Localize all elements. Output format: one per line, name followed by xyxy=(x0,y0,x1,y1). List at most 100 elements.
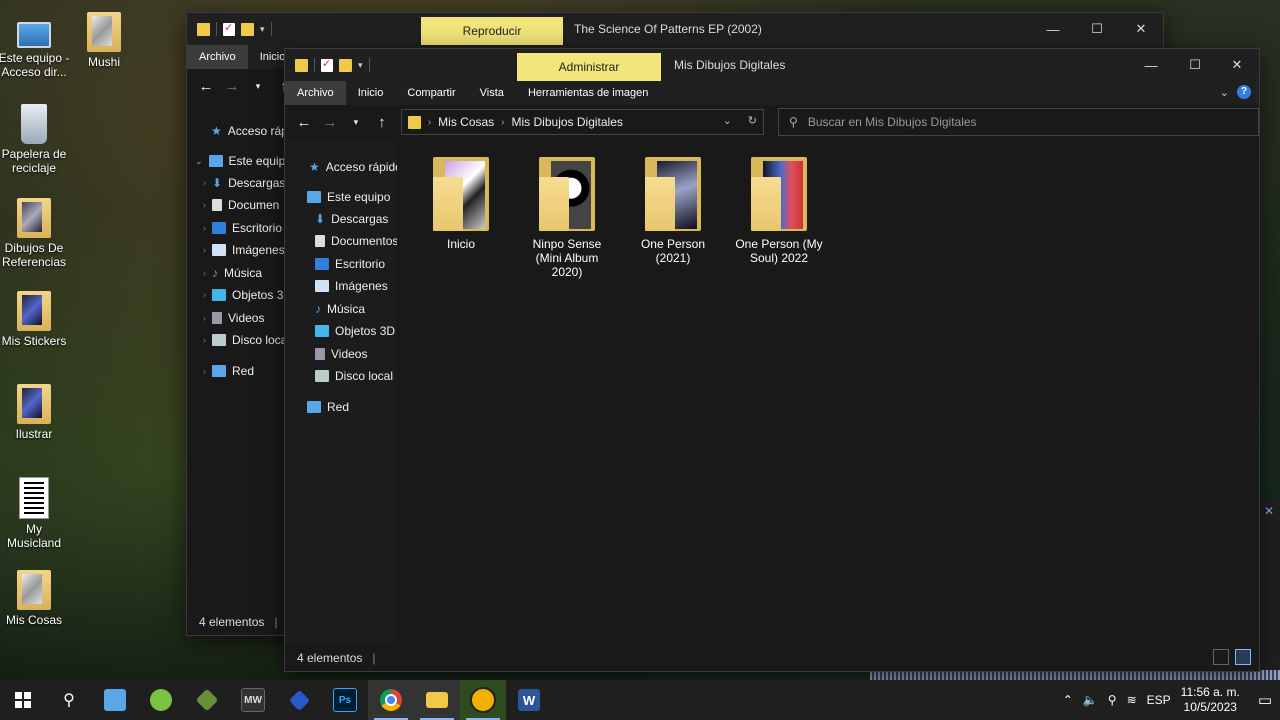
minimize-icon[interactable]: — xyxy=(1031,13,1075,45)
chevron-right-icon[interactable]: › xyxy=(203,285,206,305)
nav-item-music[interactable]: › ♪ Música xyxy=(203,263,262,283)
chevron-right-icon[interactable]: › xyxy=(203,308,206,328)
taskbar-app-emulator[interactable] xyxy=(184,680,230,720)
tab-archivo[interactable]: Archivo xyxy=(285,81,346,105)
minimize-icon[interactable]: — xyxy=(1129,49,1173,81)
desktop-icon-papelera[interactable]: Papelera de reciclaje xyxy=(0,104,70,175)
chevron-right-icon[interactable]: › xyxy=(203,240,206,260)
nav-item-local-disk[interactable]: › Disco loca xyxy=(203,330,287,350)
address-bar[interactable]: › Mis Cosas › Mis Dibujos Digitales ⌄ ↻ xyxy=(400,109,765,135)
chevron-up-icon[interactable]: ⌃ xyxy=(1063,693,1073,707)
taskbar-app-chrome[interactable] xyxy=(368,680,414,720)
chevron-right-icon[interactable]: › xyxy=(501,117,504,128)
folder-one-person-my-soul[interactable]: One Person (My Soul) 2022 xyxy=(731,155,827,265)
taskbar-app-app[interactable] xyxy=(460,680,506,720)
nav-item-music[interactable]: ♪ Música xyxy=(315,299,365,319)
taskbar-app-computer[interactable] xyxy=(92,680,138,720)
new-folder-icon[interactable] xyxy=(241,22,254,36)
nav-item-quick-access[interactable]: ★ Acceso rápido xyxy=(309,157,397,177)
title-bar[interactable]: ▾ Reproducir The Science Of Patterns EP … xyxy=(187,13,1163,45)
taskbar-app-photoshop[interactable]: Ps xyxy=(322,680,368,720)
nav-item-downloads[interactable]: ⬇ Descargas xyxy=(315,209,388,229)
recent-locations-icon[interactable]: ▾ xyxy=(347,117,365,128)
nav-item-this-pc[interactable]: ⌄ Este equipo xyxy=(195,151,292,171)
nav-item-desktop[interactable]: Escritorio xyxy=(315,254,385,274)
customize-toolbar-icon[interactable]: ▾ xyxy=(260,24,265,35)
start-button[interactable] xyxy=(0,680,46,720)
forward-arrow-icon[interactable]: → xyxy=(223,78,241,95)
nav-item-videos[interactable]: › Videos xyxy=(203,308,264,328)
nav-item-documents[interactable]: Documentos xyxy=(315,231,397,251)
tab-compartir[interactable]: Compartir xyxy=(395,81,467,105)
chevron-down-icon[interactable]: ⌄ xyxy=(723,114,732,127)
desktop-icon-dibujos-referencias[interactable]: Dibujos De Referencias xyxy=(0,198,70,269)
chevron-down-icon[interactable]: ⌄ xyxy=(195,151,203,171)
breadcrumb-mis-dibujos-digitales[interactable]: Mis Dibujos Digitales xyxy=(512,115,623,129)
folder-one-person-2021[interactable]: One Person (2021) xyxy=(625,155,721,265)
chevron-right-icon[interactable]: › xyxy=(203,263,206,283)
desktop-icon-este-equipo[interactable]: Este equipo - Acceso dir... xyxy=(0,12,70,79)
chevron-right-icon[interactable]: › xyxy=(203,173,206,193)
tab-vista[interactable]: Vista xyxy=(468,81,516,105)
language-indicator[interactable]: ESP xyxy=(1147,693,1171,707)
chevron-right-icon[interactable]: › xyxy=(203,195,206,215)
notifications-icon[interactable]: ▭ xyxy=(1258,691,1272,709)
chevron-right-icon[interactable]: › xyxy=(203,330,206,350)
customize-toolbar-icon[interactable]: ▾ xyxy=(358,60,363,71)
folder-inicio[interactable]: Inicio xyxy=(413,155,509,251)
details-view-icon[interactable] xyxy=(1213,649,1229,665)
nav-item-downloads[interactable]: › ⬇ Descargas xyxy=(203,173,285,193)
nav-item-quick-access[interactable]: ★ Acceso ráp xyxy=(211,121,288,141)
up-arrow-icon[interactable]: ↑ xyxy=(373,114,391,131)
wifi-icon[interactable]: ≋ xyxy=(1127,693,1137,707)
taskbar-app-mw[interactable]: MW xyxy=(230,680,276,720)
close-icon[interactable]: ✕ xyxy=(1258,504,1280,518)
nav-item-desktop[interactable]: › Escritorio xyxy=(203,218,282,238)
nav-item-3d-objects[interactable]: › Objetos 3 xyxy=(203,285,283,305)
search-button[interactable]: ⚲ xyxy=(46,680,92,720)
chevron-right-icon[interactable]: › xyxy=(203,361,206,381)
desktop-icon-mushi[interactable]: Mushi xyxy=(68,12,140,69)
folder-ninpo-sense[interactable]: Ninpo Sense (Mini Album 2020) xyxy=(519,155,615,279)
tab-herramientas-imagen[interactable]: Herramientas de imagen xyxy=(516,81,660,105)
expand-ribbon-icon[interactable]: ⌄ xyxy=(1220,86,1229,99)
nav-item-local-disk[interactable]: Disco local ( xyxy=(315,366,397,386)
nav-item-documents[interactable]: › Documen xyxy=(203,195,279,215)
clock[interactable]: 11:56 a. m. 10/5/2023 xyxy=(1181,685,1240,715)
search-box[interactable]: ⚲ Buscar en Mis Dibujos Digitales xyxy=(778,108,1259,136)
nav-item-pictures[interactable]: Imágenes xyxy=(315,276,388,296)
chevron-right-icon[interactable]: › xyxy=(203,218,206,238)
desktop-icon-ilustrar[interactable]: Ilustrar xyxy=(0,384,70,441)
nav-item-network[interactable]: › Red xyxy=(203,361,254,381)
nav-item-network[interactable]: Red xyxy=(307,397,349,417)
nav-item-videos[interactable]: Videos xyxy=(315,344,367,364)
large-icons-view-icon[interactable] xyxy=(1235,649,1251,665)
desktop-icon-mis-cosas[interactable]: Mis Cosas xyxy=(0,570,70,627)
breadcrumb-mis-cosas[interactable]: Mis Cosas xyxy=(438,115,494,129)
refresh-icon[interactable]: ↻ xyxy=(748,114,757,127)
taskbar-app-word[interactable]: W xyxy=(506,680,552,720)
back-arrow-icon[interactable]: ← xyxy=(295,114,313,131)
chevron-right-icon[interactable]: › xyxy=(428,117,431,128)
properties-icon[interactable] xyxy=(223,21,235,36)
close-icon[interactable]: ✕ xyxy=(1119,13,1163,45)
recent-locations-icon[interactable]: ▾ xyxy=(249,81,267,92)
title-bar[interactable]: ▾ Administrar Mis Dibujos Digitales — ☐ … xyxy=(285,49,1259,81)
back-arrow-icon[interactable]: ← xyxy=(197,78,215,95)
volume-icon[interactable]: 🔈 xyxy=(1083,693,1098,707)
desktop-icon-mis-stickers[interactable]: Mis Stickers xyxy=(0,291,70,348)
new-folder-icon[interactable] xyxy=(339,58,352,72)
forward-arrow-icon[interactable]: → xyxy=(321,114,339,131)
desktop-icon-my-musicland[interactable]: My Musicland xyxy=(0,477,70,550)
context-tab-reproducir[interactable]: Reproducir xyxy=(421,17,563,45)
explorer-window-front[interactable]: ▾ Administrar Mis Dibujos Digitales — ☐ … xyxy=(284,48,1260,672)
nav-item-pictures[interactable]: › Imágenes xyxy=(203,240,285,260)
tab-inicio[interactable]: Inicio xyxy=(346,81,396,105)
context-tab-administrar[interactable]: Administrar xyxy=(517,53,661,81)
maximize-icon[interactable]: ☐ xyxy=(1075,13,1119,45)
nav-item-3d-objects[interactable]: Objetos 3D xyxy=(315,321,395,341)
close-icon[interactable]: ✕ xyxy=(1215,49,1259,81)
network-status-icon[interactable]: ⚲ xyxy=(1108,693,1117,707)
taskbar-app-file-explorer[interactable] xyxy=(414,680,460,720)
properties-icon[interactable] xyxy=(321,57,333,72)
